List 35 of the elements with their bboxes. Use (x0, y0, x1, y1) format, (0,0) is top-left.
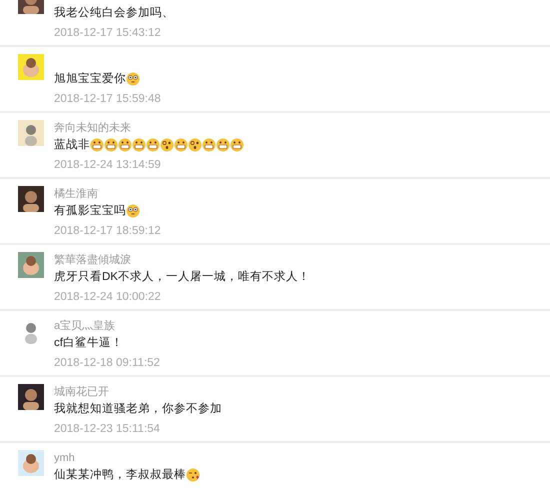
grin-emoji-icon (216, 138, 230, 152)
comment-time: 2018-12-17 15:43:12 (54, 26, 162, 41)
comment-time: 2018-12-17 15:59:48 (54, 92, 161, 107)
comment-time: 2018-12-24 10:00:22 (54, 290, 162, 305)
comment-text: 虎牙只看DK不求人，一人屠一城，唯有不求人！ (54, 270, 310, 285)
comment-time: 2018-12-23 15:11:54 (54, 422, 161, 437)
comment-text: 我老公纯白会参加吗、 (54, 6, 174, 21)
comment-text: 蓝战非 (54, 138, 90, 153)
dizzy-emoji-icon (160, 138, 174, 152)
comment-text: cf白鲨牛逼！ (54, 335, 123, 351)
user-name: a宝贝灬皇族 (54, 320, 116, 332)
comment-time: 2018-12-18 09:11:52 (54, 356, 160, 371)
comment-time: 2018-12-24 13:14:59 (54, 158, 162, 173)
grin-emoji-icon (104, 138, 118, 152)
comment-text: 有孤影宝宝吗 (54, 203, 126, 219)
dizzy-emoji-icon (188, 138, 202, 152)
grin-emoji-icon (230, 138, 244, 152)
user-name: ymh (54, 452, 75, 464)
flushed-emoji-icon (126, 72, 140, 86)
user-name: 奔向未知的未来 (54, 122, 131, 134)
grin-emoji-icon (132, 138, 146, 152)
user-name: 城南花已开 (54, 386, 109, 398)
kiss-emoji-icon (186, 468, 200, 482)
grin-emoji-icon (118, 138, 132, 152)
user-name: 繁華落盡傾城淚 (54, 254, 131, 266)
grin-emoji-icon (90, 138, 104, 152)
comment-time: 2018-12-17 18:59:12 (54, 224, 161, 239)
comment-text: 我就想知道骚老弟，你参不参加 (54, 402, 222, 417)
grin-emoji-icon (146, 138, 160, 152)
flushed-emoji-icon (126, 204, 140, 218)
grin-emoji-icon (202, 138, 216, 152)
comment-text: 旭旭宝宝爱你 (54, 71, 126, 87)
comment-text: 仙某某冲鸭，李叔叔最棒 (54, 468, 186, 483)
user-name: 橘生淮南 (54, 188, 98, 200)
grin-emoji-icon (174, 138, 188, 152)
